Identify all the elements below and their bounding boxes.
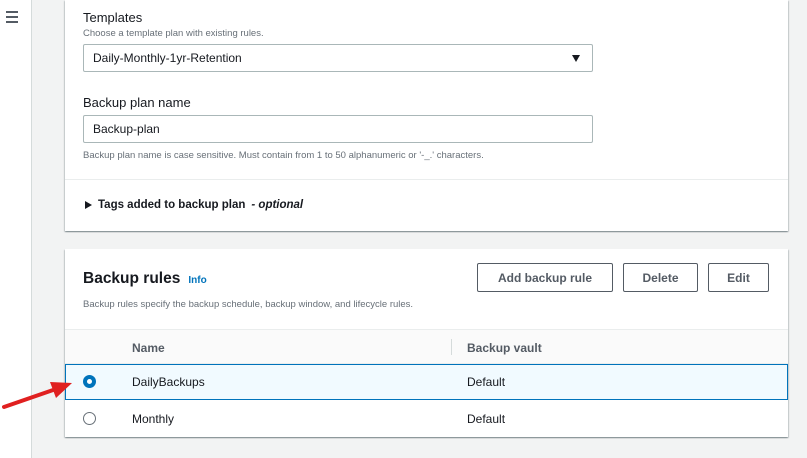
rule-vault-cell: Default: [467, 375, 506, 389]
row-radio[interactable]: [83, 412, 96, 425]
backup-rules-title: Backup rules: [83, 270, 181, 287]
annotation-arrow-icon: [2, 382, 72, 409]
section-divider: [65, 179, 788, 180]
templates-select[interactable]: Daily-Monthly-1yr-Retention: [83, 44, 593, 72]
info-link[interactable]: Info: [188, 275, 206, 286]
backup-plan-settings-panel: Templates Choose a template plan with ex…: [65, 0, 788, 231]
add-backup-rule-button[interactable]: Add backup rule: [477, 263, 613, 292]
caret-down-icon: [572, 55, 580, 62]
backup-rules-panel: Backup rules Info Backup rules specify t…: [65, 249, 788, 437]
tags-label: Tags added to backup plan: [98, 199, 246, 211]
templates-description: Choose a template plan with existing rul…: [83, 28, 264, 39]
edit-button[interactable]: Edit: [708, 263, 769, 292]
backup-rules-heading: Backup rules Info: [83, 270, 207, 288]
backup-rules-description: Backup rules specify the backup schedule…: [83, 299, 414, 310]
plan-name-input[interactable]: [83, 115, 593, 143]
table-row[interactable]: Monthly Default: [65, 401, 788, 437]
templates-select-value: Daily-Monthly-1yr-Retention: [93, 51, 242, 65]
column-header-backup-vault[interactable]: Backup vault: [467, 341, 542, 355]
table-row[interactable]: DailyBackups Default: [65, 364, 788, 400]
plan-name-label: Backup plan name: [83, 95, 191, 110]
rule-name-cell: Monthly: [132, 412, 175, 426]
tags-optional-label: - optional: [251, 199, 304, 211]
caret-right-icon: [85, 201, 92, 209]
column-header-name[interactable]: Name: [132, 341, 165, 355]
menu-icon[interactable]: [6, 11, 20, 23]
rules-table-header: Name Backup vault: [65, 329, 788, 364]
column-divider: [451, 339, 452, 355]
rule-name-cell: DailyBackups: [132, 375, 205, 389]
rule-vault-cell: Default: [467, 412, 506, 426]
plan-name-hint: Backup plan name is case sensitive. Must…: [83, 150, 484, 161]
tags-expander[interactable]: Tags added to backup plan - optional: [85, 199, 303, 211]
templates-label: Templates: [83, 10, 143, 25]
delete-button[interactable]: Delete: [623, 263, 698, 292]
row-radio-selected[interactable]: [83, 375, 96, 388]
